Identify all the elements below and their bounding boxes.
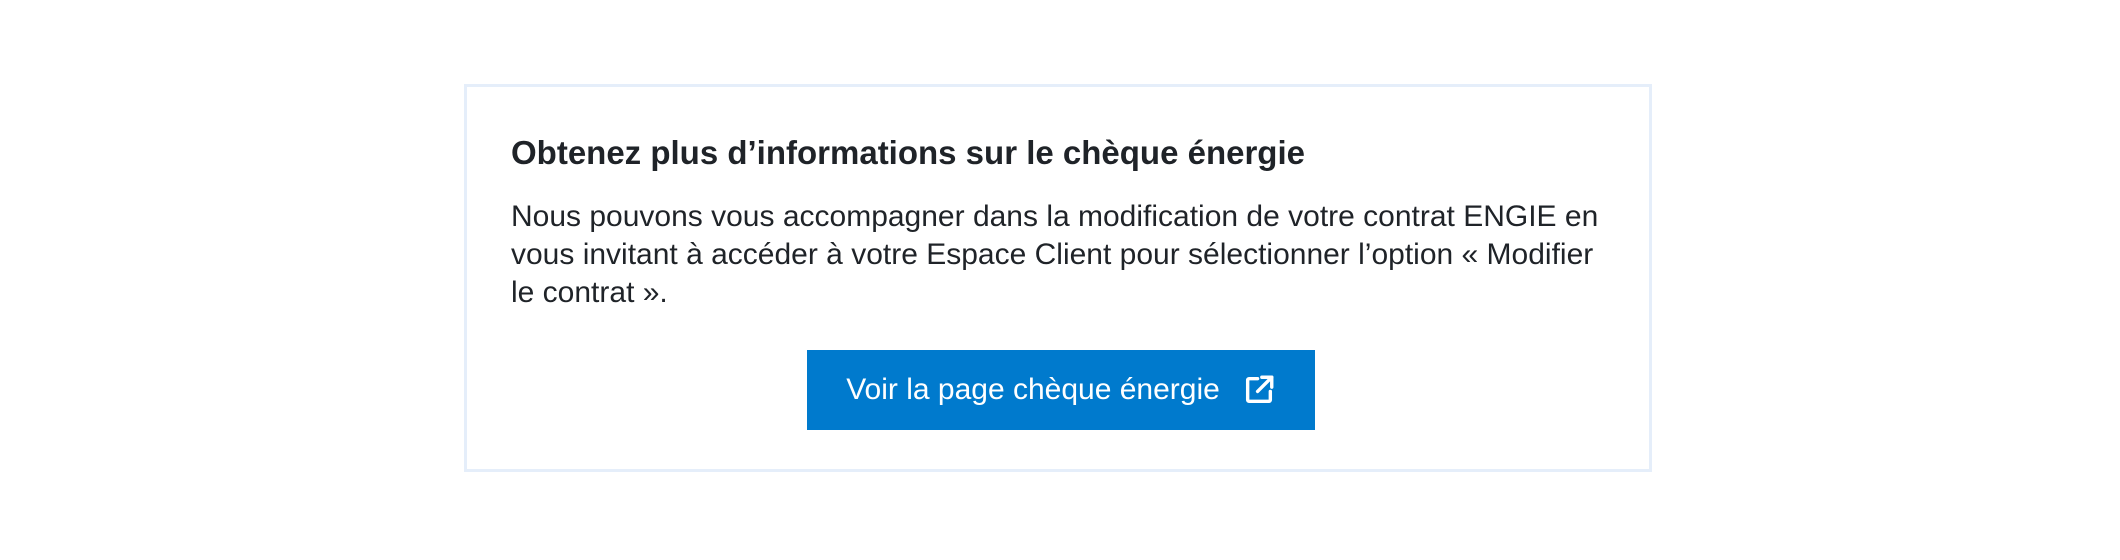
card-title: Obtenez plus d’informations sur le chèqu…	[511, 134, 1305, 171]
info-card: Obtenez plus d’informations sur le chèqu…	[464, 84, 1652, 472]
external-link-icon	[1242, 373, 1276, 407]
cheque-energie-page-button[interactable]: Voir la page chèque énergie	[807, 350, 1315, 430]
cheque-energie-button-label: Voir la page chèque énergie	[846, 373, 1220, 406]
card-description: Nous pouvons vous accompagner dans la mo…	[511, 200, 1599, 309]
